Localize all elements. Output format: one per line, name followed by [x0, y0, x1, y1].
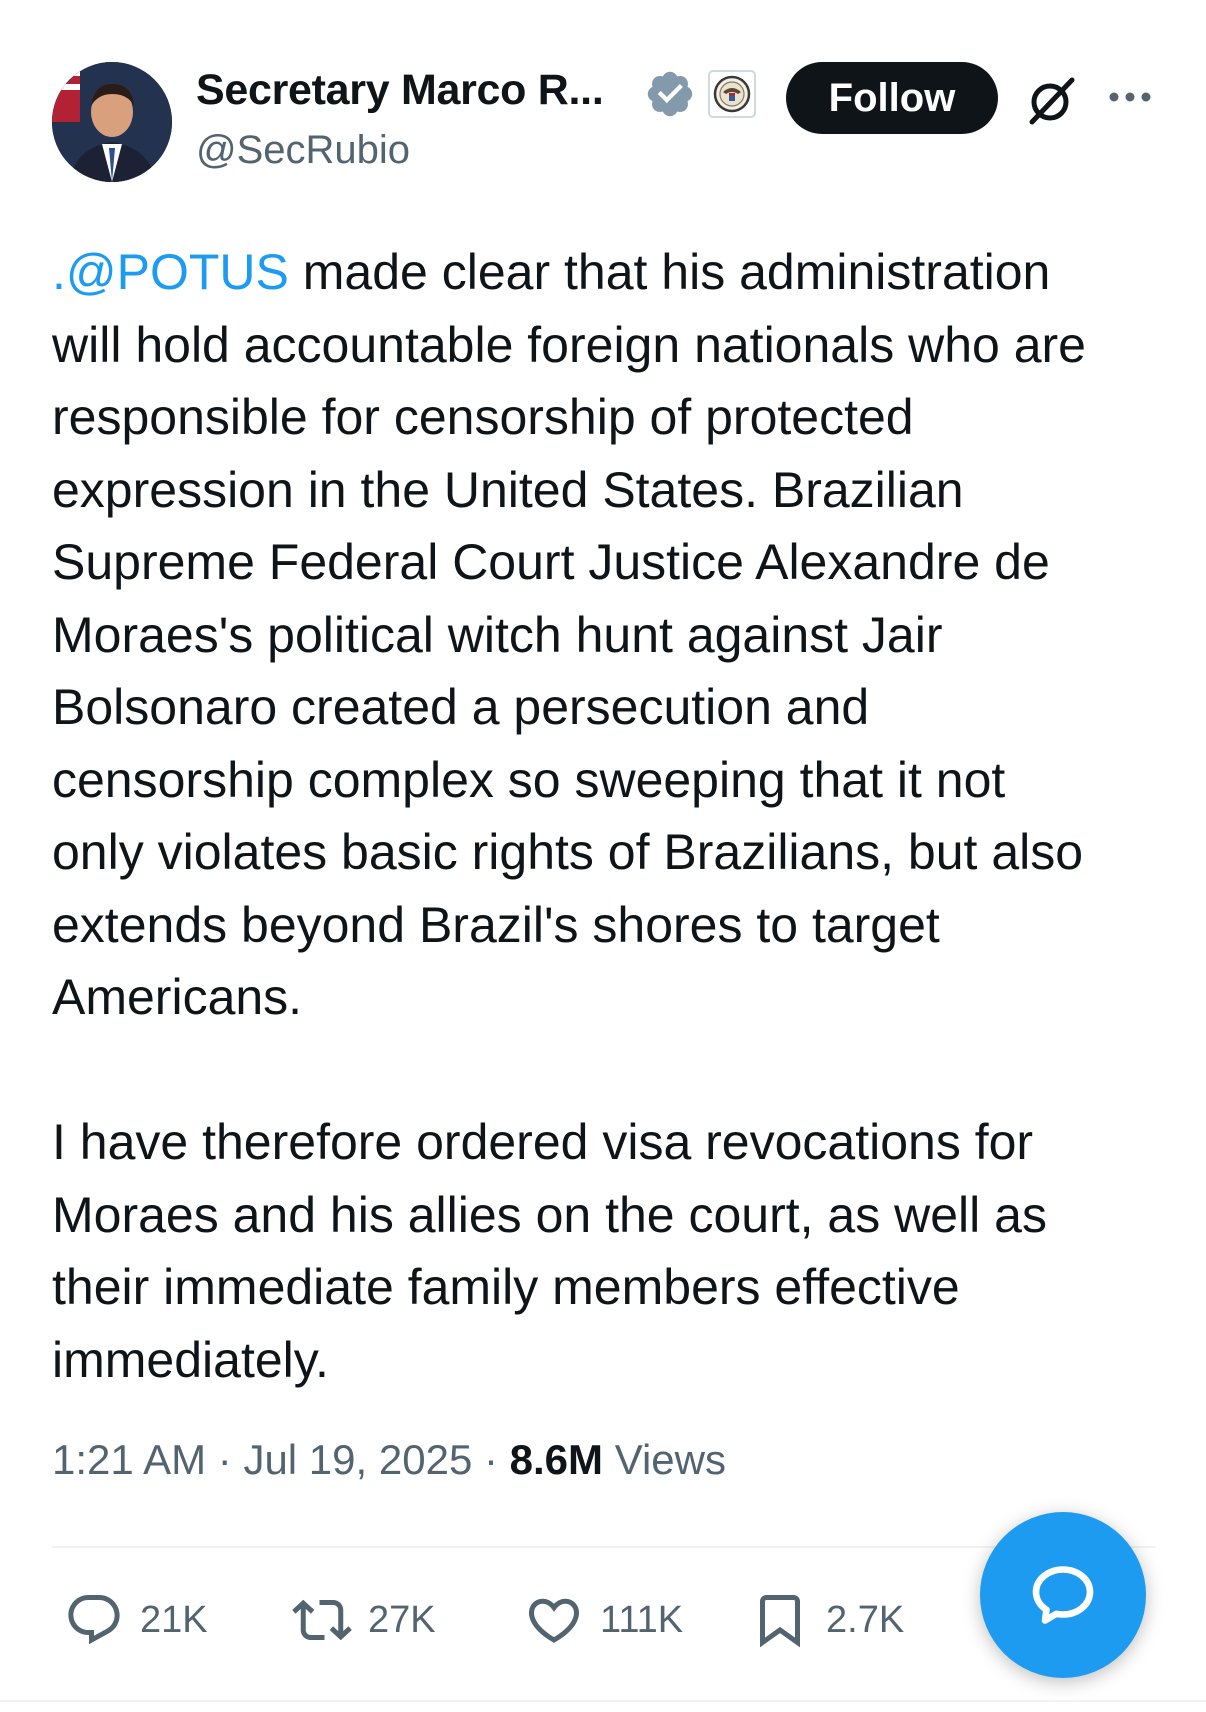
tweet-line: Americans.	[52, 969, 303, 1025]
tweet-time[interactable]: 1:21 AM	[52, 1436, 206, 1483]
tweet-date[interactable]: Jul 19, 2025	[243, 1436, 472, 1483]
author-handle[interactable]: @SecRubio	[196, 128, 410, 173]
tweet-metadata: 1:21 AM · Jul 19, 2025 · 8.6M Views	[52, 1436, 726, 1484]
tweet-line: extends beyond Brazil's shores to target	[52, 896, 940, 953]
tweet-line: Moraes's political witch hunt against Ja…	[52, 606, 943, 663]
repost-count: 27K	[368, 1598, 436, 1641]
reply-count: 21K	[140, 1598, 208, 1641]
tweet-line: expression in the United States. Brazili…	[52, 461, 964, 518]
chat-bubble-icon	[1032, 1566, 1094, 1624]
views-count: 8.6M	[509, 1436, 604, 1483]
tweet-line: will hold accountable foreign nationals …	[52, 316, 1086, 373]
bookmark-icon	[760, 1595, 800, 1648]
meta-separator: ·	[483, 1436, 498, 1483]
bookmark-count: 2.7K	[826, 1598, 905, 1641]
author-name[interactable]: Secretary Marco R...	[196, 66, 604, 115]
tweet-line: Moraes and his allies on the court, as w…	[52, 1186, 1047, 1243]
tweet-line: Supreme Federal Court Justice Alexandre …	[52, 534, 1050, 590]
tweet-line: responsible for censorship of protected	[52, 389, 914, 445]
tweet-line: their immediate family members effective	[52, 1259, 960, 1315]
verified-badge-icon[interactable]	[644, 68, 696, 120]
follow-button[interactable]: Follow	[786, 62, 998, 134]
tweet-line: only violates basic rights of Brazilians…	[52, 824, 1084, 880]
compose-button[interactable]	[980, 1512, 1146, 1678]
tweet-line: immediately.	[52, 1331, 329, 1388]
more-icon[interactable]	[1104, 82, 1156, 112]
meta-separator: ·	[217, 1436, 232, 1483]
heart-icon	[528, 1598, 580, 1643]
divider	[0, 1700, 1206, 1702]
like-button[interactable]: 111K	[524, 1588, 683, 1652]
views-label: Views	[614, 1436, 726, 1483]
mention-link[interactable]: .@POTUS	[52, 244, 289, 300]
tweet-line: I have therefore ordered visa revocation…	[52, 1114, 1034, 1170]
tweet-line: .@POTUS made clear that his administrati…	[52, 244, 1051, 300]
tweet-line: Bolsonaro created a persecution and	[52, 679, 870, 735]
tweet-text: .@POTUS made clear that his administrati…	[52, 236, 1172, 1396]
reply-button[interactable]: 21K	[64, 1588, 208, 1652]
like-count: 111K	[600, 1598, 684, 1641]
avatar[interactable]	[52, 62, 172, 182]
reply-icon	[68, 1595, 120, 1645]
grok-icon[interactable]	[1022, 72, 1078, 128]
bookmark-button[interactable]: 2.7K	[750, 1588, 904, 1652]
repost-button[interactable]: 27K	[292, 1588, 436, 1652]
divider	[52, 1546, 1156, 1548]
state-department-seal-icon[interactable]	[708, 70, 756, 118]
tweet-line: censorship complex so sweeping that it n…	[52, 751, 1006, 808]
repost-icon	[292, 1599, 352, 1641]
